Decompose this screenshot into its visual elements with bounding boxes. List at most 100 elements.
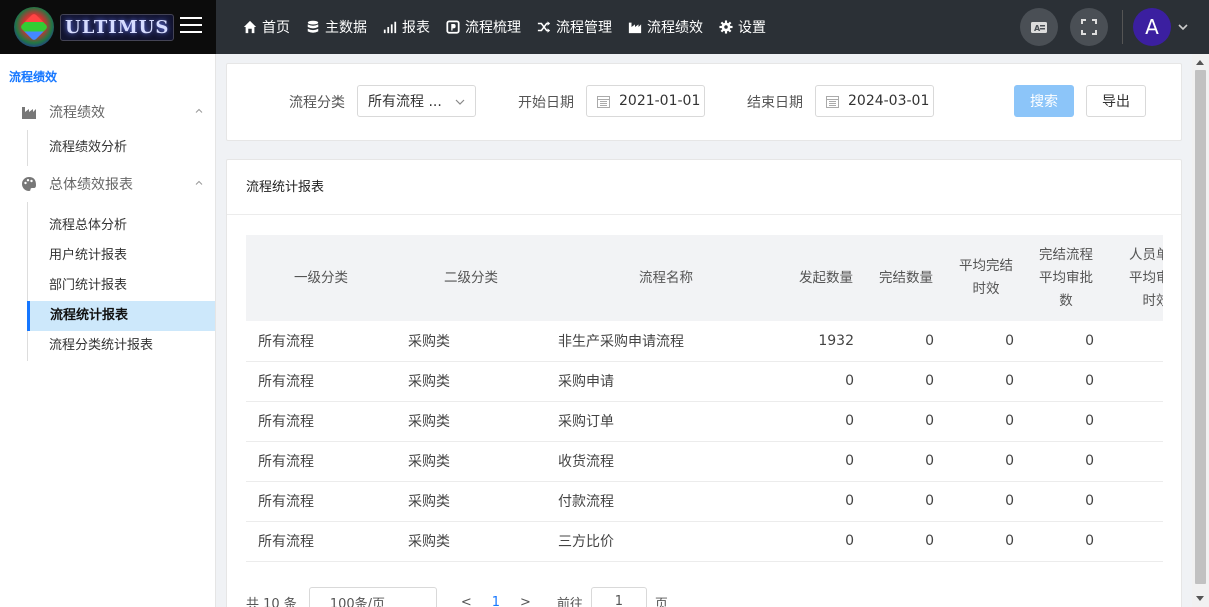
table-row[interactable]: 所有流程 采购类 三方比价 0 0 0 0 (246, 521, 1163, 562)
sidebar-item-department-statistics[interactable]: 部门统计报表 (28, 271, 215, 301)
end-date-label: 结束日期 (747, 95, 803, 111)
page-scrollbar[interactable] (1192, 54, 1209, 607)
start-date-input[interactable]: 2021-01-01 (586, 85, 705, 117)
table-cell: 0 (1026, 481, 1106, 522)
chevron-up-icon (195, 108, 203, 113)
next-page-button[interactable]: > (520, 595, 531, 607)
end-date-input[interactable]: 2024-03-01 (815, 85, 934, 117)
page-number-current[interactable]: 1 (492, 595, 500, 607)
table-cell: 0 (866, 481, 946, 522)
table-cell: 所有流程 (246, 361, 396, 402)
top-right-tools: A A (1008, 0, 1189, 54)
calendar-icon (597, 95, 610, 108)
bar-signal-icon (383, 20, 397, 34)
translate-button[interactable]: A (1020, 8, 1058, 46)
sidebar-item-user-statistics[interactable]: 用户统计报表 (28, 241, 215, 271)
goto-label: 前往 (556, 596, 583, 607)
p-box-icon (446, 20, 460, 34)
sidebar: 流程绩效 流程绩效 流程绩效分析 总体绩效报表 流程总体分析 用户统计报表 部门… (0, 54, 216, 607)
table-cell: 0 (786, 481, 866, 522)
nav-item-label: 报表 (402, 20, 430, 36)
scroll-down-arrow-icon[interactable] (1196, 596, 1204, 601)
chevron-down-icon (455, 99, 465, 105)
page-size-select[interactable]: 100条/页 (308, 587, 437, 607)
table-cell: 0 (1026, 321, 1106, 362)
table-cell: 所有流程 (246, 321, 396, 362)
report-panel: 流程统计报表 一级分类 二级分类 流程名称 发起数量 完结数量 平均完结 时效 完结流程 平… (226, 159, 1182, 607)
table-cell: 非生产采购申请流程 (546, 321, 786, 362)
goto-page-input[interactable]: 1 (590, 587, 647, 607)
translate-icon: A (1031, 22, 1047, 33)
factory-icon (21, 104, 37, 120)
category-select[interactable]: 所有流程 ... (357, 85, 476, 117)
table-cell: 0 (866, 521, 946, 562)
report-table-wrap: 一级分类 二级分类 流程名称 发起数量 完结数量 平均完结 时效 完结流程 平均审批 数人员… (246, 235, 1163, 575)
nav-item-label: 流程梳理 (465, 20, 521, 36)
sidebar-item-process-category-statistics[interactable]: 流程分类统计报表 (28, 331, 215, 361)
table-cell: 采购类 (396, 521, 546, 562)
sidebar-group-overall-reports[interactable]: 总体绩效报表 (0, 166, 215, 202)
search-button[interactable]: 搜索 (1014, 85, 1074, 117)
column-header: 完结流程 平均审批 数 (1026, 235, 1106, 321)
sidebar-group-process-performance[interactable]: 流程绩效 (0, 94, 215, 130)
sidebar-item-process-performance-analysis[interactable]: 流程绩效分析 (28, 133, 215, 163)
report-table: 一级分类 二级分类 流程名称 发起数量 完结数量 平均完结 时效 完结流程 平均审批 数人员… (246, 235, 1163, 562)
nav-item-reports[interactable]: 报表 (383, 17, 430, 37)
nav-item-process-management[interactable]: 流程管理 (537, 17, 612, 37)
sidebar-item-process-overall-analysis[interactable]: 流程总体分析 (28, 211, 215, 241)
sidebar-group-label: 流程绩效 (49, 105, 105, 121)
scroll-up-arrow-icon[interactable] (1196, 60, 1204, 65)
table-cell: 0 (1026, 401, 1106, 442)
nav-item-process-performance[interactable]: 流程绩效 (628, 17, 703, 37)
filter-panel: 流程分类 所有流程 ... 开始日期 2021-01-01 结束日期 2024-… (226, 63, 1182, 141)
nav-item-process-mapping[interactable]: 流程梳理 (446, 17, 521, 37)
sidebar-item-process-statistics[interactable]: 流程统计报表 (27, 301, 215, 331)
sidebar-group-label: 总体绩效报表 (49, 177, 133, 193)
gear-icon (719, 20, 733, 34)
export-button[interactable]: 导出 (1086, 85, 1146, 117)
fullscreen-button[interactable] (1070, 8, 1108, 46)
menu-toggle-button[interactable] (180, 17, 202, 33)
table-cell: 0 (786, 401, 866, 442)
table-header-row: 一级分类 二级分类 流程名称 发起数量 完结数量 平均完结 时效 完结流程 平均审批 数人员… (246, 235, 1163, 321)
table-row[interactable]: 所有流程 采购类 采购订单 0 0 0 0 (246, 401, 1163, 442)
chevron-down-icon[interactable] (1177, 21, 1189, 33)
table-cell: 三方比价 (546, 521, 786, 562)
table-cell (1106, 441, 1163, 482)
column-header: 完结数量 (866, 235, 946, 321)
avatar[interactable]: A (1133, 8, 1171, 46)
start-date-value: 2021-01-01 (619, 93, 701, 109)
nav-item-home[interactable]: 首页 (243, 17, 290, 37)
shuffle-icon (537, 20, 551, 34)
column-header: 平均完结 时效 (946, 235, 1026, 321)
table-cell: 0 (946, 481, 1026, 522)
table-cell: 0 (946, 321, 1026, 362)
logo-cube-icon (14, 7, 54, 47)
fullscreen-icon (1081, 19, 1097, 35)
table-cell: 所有流程 (246, 401, 396, 442)
table-cell: 采购类 (396, 481, 546, 522)
table-cell: 采购订单 (546, 401, 786, 442)
table-cell: 1932 (786, 321, 866, 362)
calendar-icon (826, 95, 839, 108)
nav-item-settings[interactable]: 设置 (719, 17, 766, 37)
column-header: 二级分类 (396, 235, 546, 321)
table-cell: 0 (866, 321, 946, 362)
table-cell: 所有流程 (246, 481, 396, 522)
table-cell: 所有流程 (246, 521, 396, 562)
prev-page-button[interactable]: < (461, 595, 472, 607)
table-row[interactable]: 所有流程 采购类 非生产采购申请流程 1932 0 0 0 (246, 321, 1163, 362)
start-date-label: 开始日期 (518, 95, 574, 111)
scrollbar-thumb[interactable] (1195, 70, 1206, 584)
nav-item-label: 首页 (262, 20, 290, 36)
table-row[interactable]: 所有流程 采购类 采购申请 0 0 0 0 (246, 361, 1163, 402)
table-row[interactable]: 所有流程 采购类 付款流程 0 0 0 0 (246, 481, 1163, 522)
column-header: 人员单次 平均审批 时效 (1106, 235, 1163, 321)
category-label: 流程分类 (289, 95, 345, 111)
factory-icon (628, 20, 642, 34)
column-header: 流程名称 (546, 235, 786, 321)
table-cell: 0 (1026, 361, 1106, 402)
nav-item-master-data[interactable]: 主数据 (306, 17, 367, 37)
nav-item-label: 流程管理 (556, 20, 612, 36)
table-row[interactable]: 所有流程 采购类 收货流程 0 0 0 0 (246, 441, 1163, 482)
